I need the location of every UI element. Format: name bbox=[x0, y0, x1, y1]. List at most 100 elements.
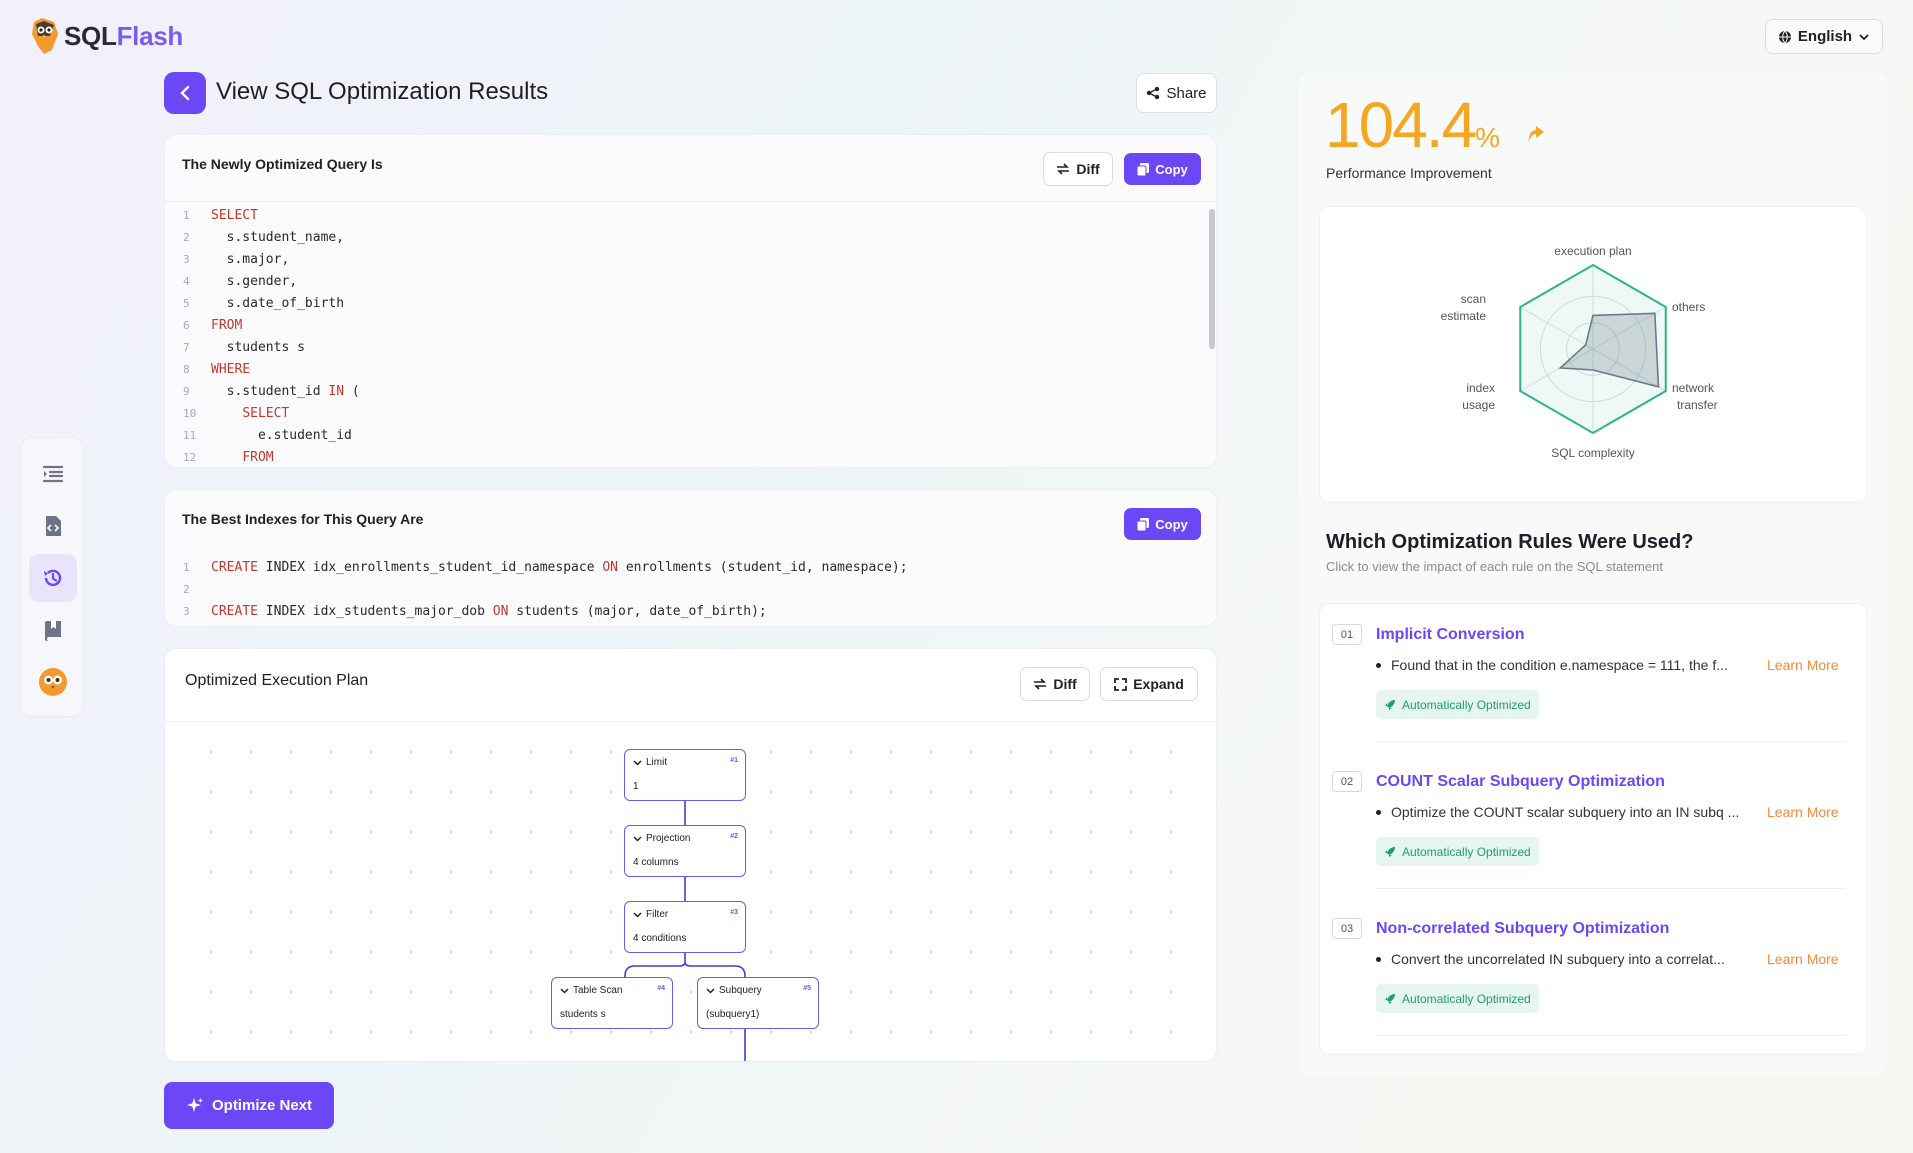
code-token: s.date_of_birth bbox=[226, 296, 345, 311]
plan-node-id: #5 bbox=[803, 985, 811, 992]
diff-icon bbox=[1057, 163, 1070, 175]
code-token: students (major, date_of_birth); bbox=[508, 604, 767, 619]
sidebar-item-menu[interactable] bbox=[29, 450, 77, 498]
rocket-icon bbox=[1385, 993, 1395, 1004]
sql-keyword: SELECT bbox=[242, 406, 290, 421]
execution-plan-title: Optimized Execution Plan bbox=[185, 672, 369, 689]
page-title: View SQL Optimization Results bbox=[216, 78, 549, 105]
badge-label: Automatically Optimized bbox=[1402, 991, 1531, 1006]
learn-more-link[interactable]: Learn More bbox=[1767, 657, 1839, 673]
learn-more-link[interactable]: Learn More bbox=[1767, 951, 1839, 967]
code-token: s.gender, bbox=[226, 274, 298, 289]
code-text: s.student_name, bbox=[211, 227, 344, 249]
optimize-next-button[interactable]: Optimize Next bbox=[164, 1082, 334, 1129]
plan-node-limit[interactable]: Limit #1 1 bbox=[624, 749, 746, 801]
query-copy-button[interactable]: Copy bbox=[1124, 153, 1201, 185]
plan-diff-label: Diff bbox=[1053, 676, 1077, 692]
code-line: 12 FROM bbox=[165, 447, 1205, 467]
rules-title: Which Optimization Rules Were Used? bbox=[1326, 531, 1694, 553]
sidebar-nav bbox=[20, 437, 84, 717]
query-diff-button[interactable]: Diff bbox=[1043, 152, 1113, 186]
code-token: enrollments (student_id, namespace); bbox=[618, 560, 908, 575]
rocket-icon bbox=[1385, 846, 1395, 857]
auto-optimized-badge: Automatically Optimized bbox=[1376, 984, 1539, 1013]
indexes-code[interactable]: 1 CREATE INDEX idx_enrollments_student_id… bbox=[165, 557, 1205, 623]
chevron-down-icon bbox=[633, 760, 642, 766]
chevron-down-icon bbox=[560, 988, 569, 994]
globe-icon bbox=[1778, 30, 1791, 43]
plan-node-subquery[interactable]: Subquery #5 (subquery1) bbox=[697, 977, 819, 1029]
plan-expand-button[interactable]: Expand bbox=[1100, 667, 1198, 701]
code-text: CREATE INDEX idx_enrollments_student_id_… bbox=[211, 557, 908, 579]
rule-name-link[interactable]: Non-correlated Subquery Optimization bbox=[1376, 920, 1669, 938]
sidebar-item-sql-file[interactable] bbox=[29, 502, 77, 550]
code-line: 1 CREATE INDEX idx_enrollments_student_id… bbox=[165, 557, 1205, 579]
code-line: 7 students s bbox=[165, 337, 1205, 359]
expand-icon bbox=[1114, 677, 1128, 691]
code-text: SELECT bbox=[211, 403, 289, 425]
rocket-icon bbox=[1385, 699, 1395, 710]
plan-node-detail: (subquery1) bbox=[706, 1009, 760, 1020]
performance-unit: % bbox=[1475, 122, 1501, 153]
sidebar-item-history[interactable] bbox=[29, 554, 77, 602]
line-number: 10 bbox=[183, 407, 197, 420]
code-token: students s bbox=[226, 340, 305, 355]
plan-node-detail: 1 bbox=[633, 781, 639, 792]
card-divider bbox=[165, 201, 1216, 202]
rule-description-text: Found that in the condition e.namespace … bbox=[1391, 657, 1728, 673]
indexes-copy-button[interactable]: Copy bbox=[1124, 508, 1201, 540]
plan-node-detail: 4 columns bbox=[633, 857, 679, 868]
language-select[interactable]: English bbox=[1765, 19, 1883, 54]
copy-icon bbox=[1137, 162, 1150, 176]
rule-item[interactable]: 02 COUNT Scalar Subquery Optimization Op… bbox=[1332, 751, 1846, 889]
rule-number: 03 bbox=[1332, 918, 1362, 939]
auto-optimized-badge: Automatically Optimized bbox=[1376, 837, 1539, 866]
radar-label-others: others bbox=[1672, 300, 1705, 314]
sparkle-icon bbox=[186, 1097, 203, 1112]
plan-node-projection[interactable]: Projection #2 4 columns bbox=[624, 825, 746, 877]
sql-keyword: WHERE bbox=[211, 362, 251, 377]
brand-logo[interactable]: SQLFlash bbox=[28, 16, 183, 56]
rule-item[interactable]: 03 Non-correlated Subquery Optimization … bbox=[1332, 898, 1846, 1036]
code-text: s.gender, bbox=[211, 271, 297, 293]
sidebar-item-profile[interactable] bbox=[29, 658, 77, 706]
owl-avatar-icon bbox=[39, 668, 67, 696]
code-text: s.major, bbox=[211, 249, 290, 271]
line-number: 3 bbox=[183, 605, 190, 618]
rule-description-text: Optimize the COUNT scalar subquery into … bbox=[1391, 804, 1740, 820]
query-diff-label: Diff bbox=[1076, 161, 1100, 177]
back-button[interactable] bbox=[164, 72, 206, 114]
rule-divider bbox=[1376, 1035, 1846, 1036]
rule-name-link[interactable]: Implicit Conversion bbox=[1376, 626, 1524, 644]
bullet-icon bbox=[1376, 809, 1381, 815]
indexes-title: The Best Indexes for This Query Are bbox=[182, 511, 424, 527]
rule-name-link[interactable]: COUNT Scalar Subquery Optimization bbox=[1376, 773, 1665, 791]
bullet-icon bbox=[1376, 956, 1381, 962]
plan-canvas[interactable]: Limit #1 1 Projection #2 4 columns Filte… bbox=[165, 722, 1216, 1061]
code-text: s.student_id IN ( bbox=[211, 381, 360, 403]
share-button[interactable]: Share bbox=[1136, 73, 1217, 113]
optimized-query-code[interactable]: 1 SELECT 2 s.student_name, 3 s.major, 4 s.ge… bbox=[165, 205, 1205, 467]
sidebar-item-docs[interactable] bbox=[29, 606, 77, 654]
radar-chart: execution plan others network transfer S… bbox=[1441, 244, 1718, 460]
plan-node-table-scan[interactable]: Table Scan #4 students s bbox=[551, 977, 673, 1029]
code-token: s.major, bbox=[226, 252, 290, 267]
rule-description: Optimize the COUNT scalar subquery into … bbox=[1376, 804, 1848, 820]
sql-keyword: FROM bbox=[211, 318, 243, 333]
code-scrollbar-thumb[interactable] bbox=[1209, 209, 1215, 349]
rule-item[interactable]: 01 Implicit Conversion Found that in the… bbox=[1332, 604, 1846, 742]
radar-label-transfer: transfer bbox=[1677, 398, 1718, 412]
radar-label-network: network bbox=[1672, 381, 1715, 395]
plan-diff-button[interactable]: Diff bbox=[1020, 667, 1090, 701]
sql-keyword: CREATE bbox=[211, 560, 258, 575]
line-number: 1 bbox=[183, 209, 190, 222]
chevron-left-icon bbox=[180, 85, 190, 101]
code-scrollbar[interactable] bbox=[1208, 205, 1216, 467]
plan-node-name: Filter bbox=[646, 909, 669, 920]
learn-more-link[interactable]: Learn More bbox=[1767, 804, 1839, 820]
plan-node-filter[interactable]: Filter #3 4 conditions bbox=[624, 901, 746, 953]
